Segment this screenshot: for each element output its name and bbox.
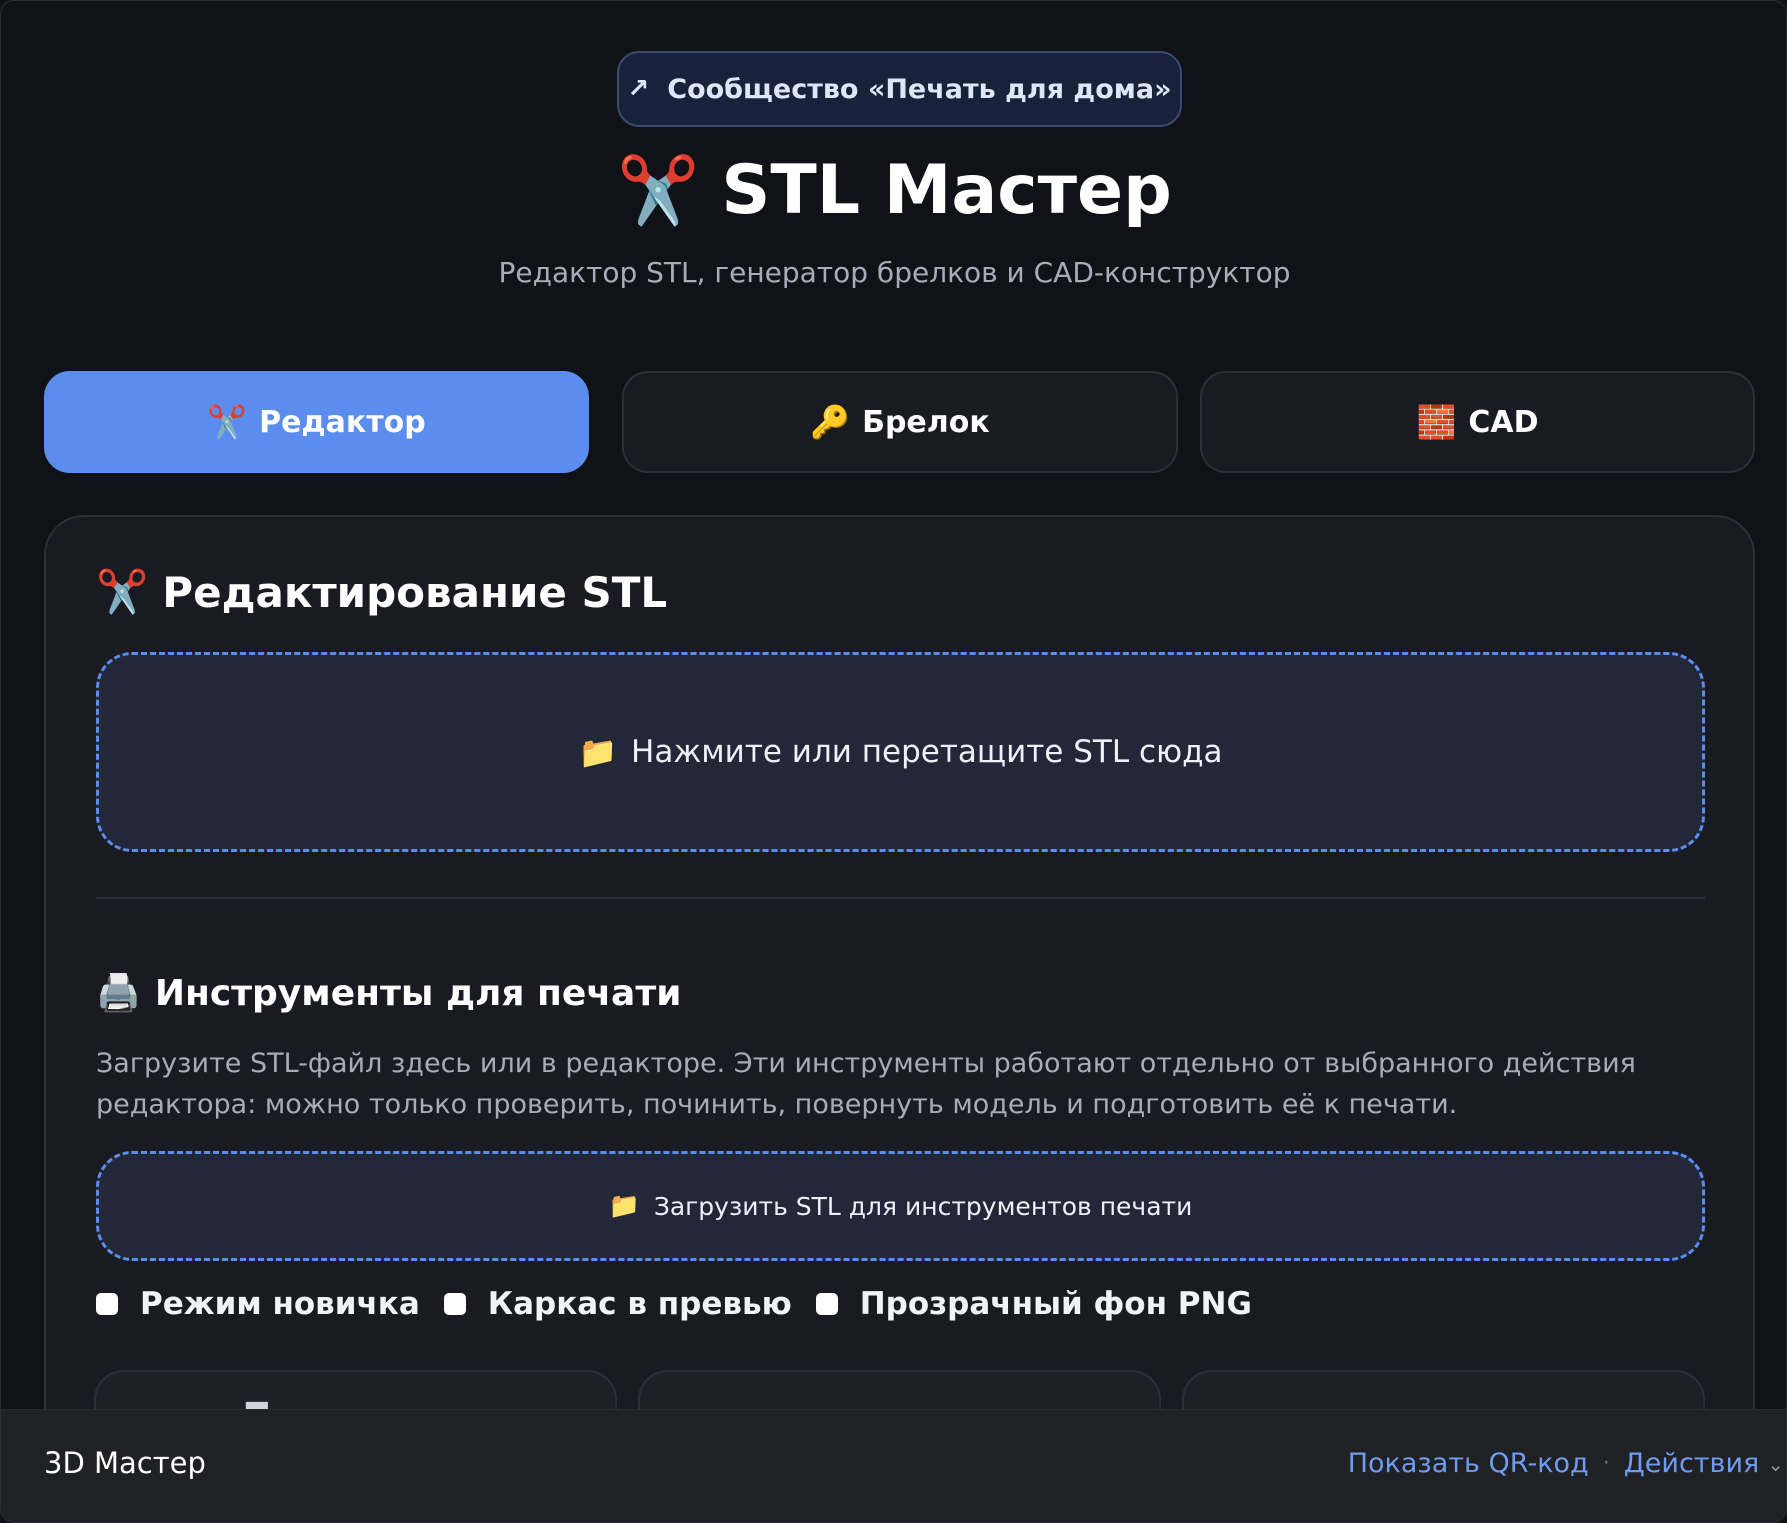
beginner-mode-checkbox[interactable] (96, 1293, 118, 1315)
key-icon: 🔑 (810, 403, 851, 441)
tab-keychain-label: Брелок (862, 404, 990, 440)
folder-icon: 📁 (608, 1191, 640, 1220)
section-divider (96, 897, 1705, 899)
transparent-png-option[interactable]: Прозрачный фон PNG (815, 1286, 1252, 1322)
beginner-mode-label: Режим новичка (140, 1286, 420, 1322)
beginner-mode-option[interactable]: Режим новичка (96, 1286, 420, 1322)
editor-section-title-text: Редактирование STL (162, 567, 668, 617)
bricks-icon: 🧱 (1416, 403, 1457, 441)
folder-icon: 📁 (578, 734, 618, 771)
tab-editor-label: Редактор (259, 404, 426, 440)
wireframe-preview-checkbox[interactable] (443, 1293, 466, 1315)
tab-keychain[interactable]: 🔑 Брелок (622, 371, 1178, 473)
scissors-icon: ✂️ (207, 403, 248, 441)
print-tools-title-text: Инструменты для печати (154, 972, 682, 1014)
tool-icon: ↘ (730, 1402, 753, 1409)
editor-card: ✂️ Редактирование STL 📁 Нажмите или пере… (44, 515, 1755, 1409)
external-link-arrow-icon: ↗ (627, 74, 650, 104)
community-button-label: Сообщество «Печать для дома» (667, 73, 1172, 105)
page-title: ✂️ STL Мастер (1, 151, 1786, 230)
tool-icon: ◠ (1294, 1402, 1318, 1409)
transparent-png-checkbox[interactable] (815, 1293, 838, 1315)
scissors-icon: ✂️ (617, 151, 700, 229)
stl-dropzone[interactable]: 📁 Нажмите или перетащите STL сюда (96, 652, 1705, 852)
tab-cad[interactable]: 🧱 CAD (1200, 371, 1755, 473)
print-tools-upload[interactable]: 📁 Загрузить STL для инструментов печати (96, 1151, 1705, 1261)
tool-card[interactable]: ◠ (1182, 1370, 1705, 1409)
scissors-icon: ✂️ (96, 567, 149, 616)
wireframe-preview-label: Каркас в превью (487, 1286, 792, 1322)
print-tools-title: 🖨️ Инструменты для печати (96, 972, 682, 1015)
tab-editor[interactable]: ✂️ Редактор (44, 371, 589, 473)
print-options: Режим новичка Каркас в превью Прозрачный… (96, 1279, 1276, 1329)
page-subtitle: Редактор STL, генератор брелков и CAD-ко… (498, 256, 1291, 289)
bottom-bar: 3D Мастер Показать QR-код · Действия ⌄ (1, 1409, 1786, 1522)
print-tools-upload-label: Загрузить STL для инструментов печати (653, 1191, 1193, 1221)
print-tools-description: Загрузите STL-файл здесь или в редакторе… (96, 1048, 1636, 1120)
show-qr-link[interactable]: Показать QR-код (1348, 1448, 1589, 1479)
tool-card[interactable]: ▀ (94, 1370, 617, 1409)
transparent-png-label: Прозрачный фон PNG (859, 1286, 1252, 1322)
chevron-down-icon[interactable]: ⌄ (1767, 1452, 1784, 1476)
page-content[interactable]: ↗ Сообщество «Печать для дома» ✂️ STL Ма… (1, 1, 1786, 1409)
printer-icon: 🖨️ (96, 973, 141, 1014)
community-button[interactable]: ↗ Сообщество «Печать для дома» (617, 51, 1182, 127)
app-name: 3D Мастер (44, 1446, 206, 1480)
editor-section-title: ✂️ Редактирование STL (96, 567, 667, 617)
actions-link[interactable]: Действия (1624, 1448, 1760, 1479)
stl-dropzone-label: Нажмите или перетащите STL сюда (631, 734, 1223, 770)
bottom-bar-links: Показать QR-код · Действия ⌄ (1348, 1448, 1786, 1479)
app-window: ↗ Сообщество «Печать для дома» ✂️ STL Ма… (0, 0, 1787, 1523)
tool-icon: ▀ (246, 1402, 268, 1409)
link-separator: · (1602, 1451, 1610, 1476)
wireframe-preview-option[interactable]: Каркас в превью (443, 1286, 792, 1322)
tool-card[interactable]: ↘ (638, 1370, 1161, 1409)
page-title-text: STL Мастер (721, 151, 1172, 230)
tab-cad-label: CAD (1468, 404, 1539, 440)
